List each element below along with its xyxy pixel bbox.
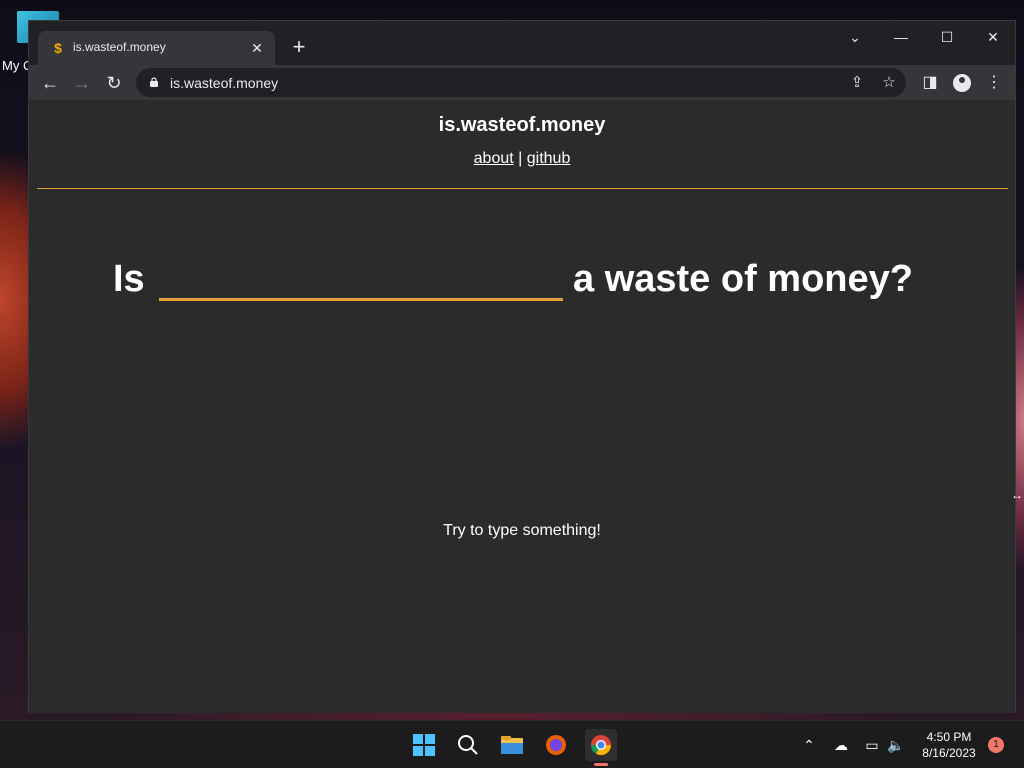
file-explorer-icon[interactable] — [496, 729, 528, 761]
clock[interactable]: 4:50 PM 8/16/2023 — [914, 729, 984, 761]
bookmark-star-icon[interactable]: ☆ — [878, 72, 900, 94]
tab-search-chevron-icon[interactable]: ⌄ — [840, 25, 870, 49]
resize-cursor-icon: ↔ — [1011, 488, 1023, 502]
tab-strip: $ is.wasteof.money ✕ + ⌄ — ☐ ✕ — [29, 21, 1015, 65]
tab-active[interactable]: $ is.wasteof.money ✕ — [38, 31, 275, 65]
headline-prefix: Is — [113, 258, 145, 300]
forward-arrow-icon[interactable]: → — [68, 69, 96, 97]
minimize-window-icon[interactable]: — — [886, 25, 916, 49]
onedrive-offline-icon[interactable]: ☁ — [831, 735, 851, 755]
volume-icon[interactable]: 🔈 — [886, 735, 906, 755]
network-icon[interactable]: ▭ — [862, 735, 882, 755]
close-window-icon[interactable]: ✕ — [978, 25, 1008, 49]
search-icon[interactable] — [452, 729, 484, 761]
browser-toolbar: ← → ↻ is.wasteof.money ⇪ ☆ ◨ ⋮ — [29, 65, 1015, 100]
notification-badge[interactable]: 1 — [988, 737, 1004, 753]
nav-separator: | — [518, 150, 523, 167]
hint-text: Try to type something! — [443, 522, 601, 539]
url-text: is.wasteof.money — [170, 75, 279, 91]
active-app-indicator — [594, 763, 608, 766]
lock-icon — [150, 77, 158, 87]
headline-suffix: a waste of money? — [573, 258, 913, 300]
chevron-up-icon[interactable]: ⌃ — [799, 735, 819, 755]
browser-window: $ is.wasteof.money ✕ + ⌄ — ☐ ✕ ← → ↻ is.… — [28, 20, 1016, 713]
share-icon[interactable]: ⇪ — [846, 72, 868, 94]
tab-title: is.wasteof.money — [73, 40, 166, 54]
site-nav: about | github — [29, 150, 1015, 168]
more-menu-icon[interactable]: ⋮ — [980, 69, 1008, 97]
close-tab-icon[interactable]: ✕ — [247, 38, 267, 58]
new-tab-plus-icon[interactable]: + — [287, 36, 311, 60]
clock-time: 4:50 PM — [926, 730, 972, 744]
header-divider — [37, 188, 1008, 189]
chrome-icon[interactable] — [585, 729, 617, 761]
taskbar: ⌃ ☁ ▭ 🔈 4:50 PM 8/16/2023 1 — [0, 720, 1024, 768]
reload-icon[interactable]: ↻ — [100, 69, 128, 97]
windows-start-icon[interactable] — [408, 729, 440, 761]
site-title: is.wasteof.money — [438, 114, 606, 136]
dollar-favicon-icon: $ — [54, 40, 62, 56]
github-link[interactable]: github — [527, 150, 571, 167]
maximize-window-icon[interactable]: ☐ — [932, 25, 962, 49]
product-input[interactable] — [159, 252, 563, 301]
clock-date: 8/16/2023 — [922, 746, 976, 760]
web-page: is.wasteof.money about | github Is a was… — [29, 100, 1015, 713]
back-arrow-icon[interactable]: ← — [36, 69, 64, 97]
firefox-icon[interactable] — [540, 729, 572, 761]
profile-avatar-icon[interactable] — [953, 74, 971, 92]
about-link[interactable]: about — [474, 150, 514, 167]
address-bar[interactable]: is.wasteof.money ⇪ ☆ — [136, 68, 906, 97]
headline: Is a waste of money? — [29, 252, 1015, 312]
side-panel-icon[interactable]: ◨ — [916, 69, 944, 97]
